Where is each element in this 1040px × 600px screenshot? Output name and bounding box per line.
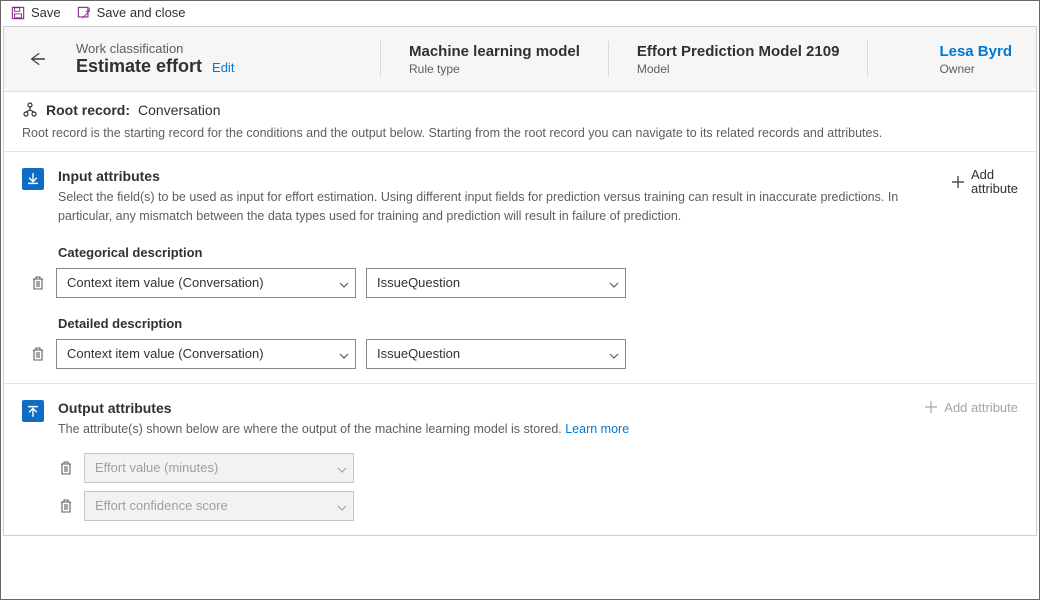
page-header: Work classification Estimate effort Edit…	[4, 27, 1036, 92]
input-group-0-label: Categorical description	[58, 245, 1018, 260]
save-label: Save	[31, 5, 61, 20]
add-input-line1: Add	[971, 168, 994, 182]
input-section-title: Input attributes	[58, 168, 931, 184]
delete-icon[interactable]	[58, 498, 74, 514]
save-close-icon	[77, 6, 91, 20]
model-label: Model	[637, 62, 840, 76]
output-section-icon	[22, 400, 44, 422]
save-button[interactable]: Save	[11, 5, 61, 20]
plus-icon	[924, 400, 938, 414]
chevron-down-icon	[337, 501, 347, 511]
save-close-label: Save and close	[97, 5, 186, 20]
root-record-value: Conversation	[138, 102, 221, 118]
output-section-desc: The attribute(s) shown below are where t…	[58, 420, 924, 439]
input-section-desc: Select the field(s) to be used as input …	[58, 188, 931, 227]
page-title: Estimate effort	[76, 56, 202, 77]
input-group-1-source-dropdown[interactable]: Context item value (Conversation)	[56, 339, 356, 369]
breadcrumb: Work classification	[76, 41, 356, 56]
chevron-down-icon	[337, 463, 347, 473]
save-icon	[11, 6, 25, 20]
output-attributes-section: Output attributes The attribute(s) shown…	[4, 384, 1036, 535]
owner-label: Owner	[939, 62, 1012, 76]
root-record-desc: Root record is the starting record for t…	[22, 124, 1018, 143]
delete-icon[interactable]	[58, 460, 74, 476]
add-output-attribute-button: Add attribute	[924, 400, 1018, 415]
input-group-1-label: Detailed description	[58, 316, 1018, 331]
output-section-title: Output attributes	[58, 400, 924, 416]
output-row-1-dropdown: Effort confidence score	[84, 491, 354, 521]
save-close-button[interactable]: Save and close	[77, 5, 186, 20]
hierarchy-icon	[22, 102, 38, 118]
chevron-down-icon	[609, 349, 619, 359]
input-attributes-section: Input attributes Select the field(s) to …	[4, 152, 1036, 384]
delete-icon[interactable]	[30, 275, 46, 291]
input-section-icon	[22, 168, 44, 190]
delete-icon[interactable]	[30, 346, 46, 362]
learn-more-link[interactable]: Learn more	[565, 422, 629, 436]
add-input-attribute-button[interactable]: Add attribute	[951, 168, 1018, 197]
chevron-down-icon	[609, 278, 619, 288]
add-input-line2: attribute	[971, 182, 1018, 196]
rule-type-label: Rule type	[409, 62, 580, 76]
output-row-0-dropdown: Effort value (minutes)	[84, 453, 354, 483]
rule-type-value: Machine learning model	[409, 43, 580, 60]
command-bar: Save Save and close	[1, 1, 1039, 24]
input-group-0-source-dropdown[interactable]: Context item value (Conversation)	[56, 268, 356, 298]
chevron-down-icon	[339, 349, 349, 359]
chevron-down-icon	[339, 278, 349, 288]
input-group-1-attr-dropdown[interactable]: IssueQuestion	[366, 339, 626, 369]
input-group-0-attr-dropdown[interactable]: IssueQuestion	[366, 268, 626, 298]
owner-name[interactable]: Lesa Byrd	[939, 43, 1012, 60]
back-icon[interactable]	[28, 50, 46, 68]
root-record-section: Root record: Conversation Root record is…	[4, 92, 1036, 152]
edit-link[interactable]: Edit	[212, 60, 234, 75]
model-value: Effort Prediction Model 2109	[637, 43, 840, 60]
root-record-label: Root record:	[46, 102, 130, 118]
plus-icon	[951, 175, 965, 189]
